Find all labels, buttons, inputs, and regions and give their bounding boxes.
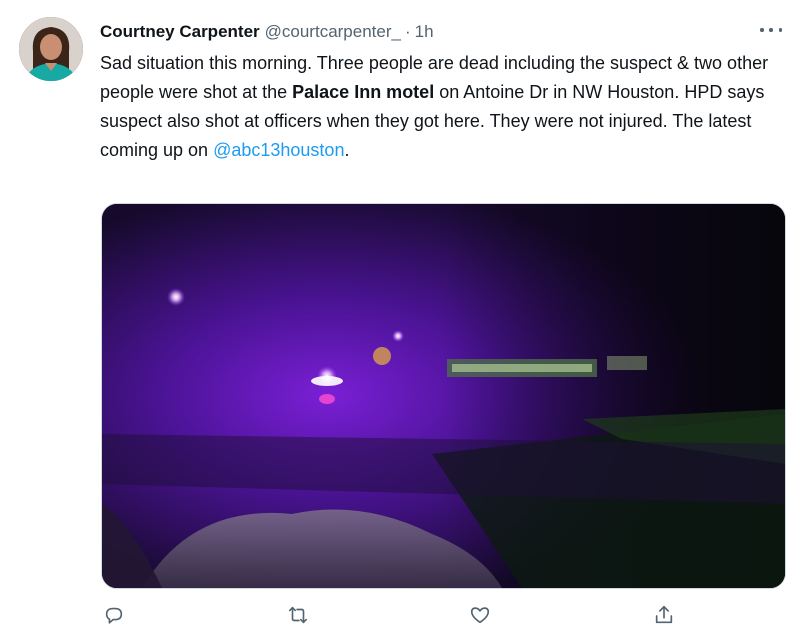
tweet-timestamp[interactable]: 1h (415, 22, 434, 42)
reply-icon[interactable] (103, 604, 127, 628)
avatar[interactable] (19, 17, 83, 81)
display-name[interactable]: Courtney Carpenter (100, 22, 260, 42)
mention-link[interactable]: @abc13houston (213, 140, 344, 160)
tweet-actions (100, 600, 690, 634)
user-handle[interactable]: @courtcarpenter_ (265, 22, 401, 42)
heart-icon[interactable] (469, 604, 493, 628)
share-icon[interactable] (653, 604, 677, 628)
tweet-text-bold: Palace Inn motel (292, 82, 435, 102)
tweet-photo[interactable] (101, 203, 786, 589)
retweet-icon[interactable] (287, 604, 311, 628)
tweet-text-part3: . (344, 140, 350, 160)
more-dots-icon[interactable] (760, 23, 782, 37)
separator-dot: · (404, 22, 411, 41)
tweet-text: Sad situation this morning. Three people… (100, 49, 770, 165)
tweet-header: Courtney Carpenter @courtcarpenter_ · 1h (100, 20, 780, 44)
